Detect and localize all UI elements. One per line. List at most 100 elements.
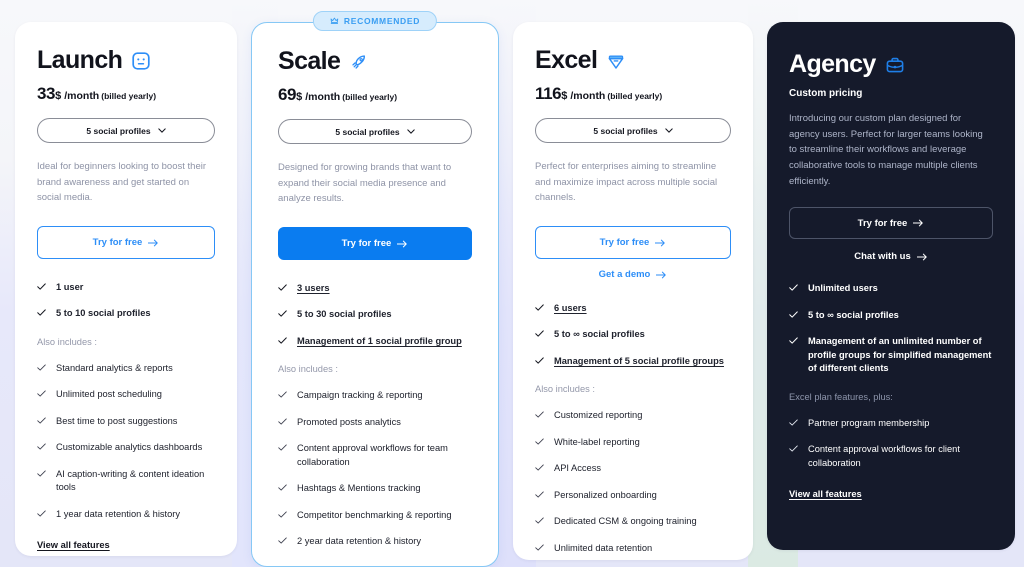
feature-highlight: 5 to 10 social profiles bbox=[37, 307, 215, 320]
custom-pricing-label: Custom pricing bbox=[789, 88, 863, 99]
plan-description: Introducing our custom plan designed for… bbox=[789, 113, 983, 187]
try-for-free-button[interactable]: Try for free bbox=[789, 207, 993, 240]
rocket-icon bbox=[349, 52, 369, 72]
price-amount: 116 bbox=[535, 84, 562, 103]
feature-item: Customizable analytics dashboards bbox=[37, 441, 215, 454]
check-icon bbox=[37, 510, 46, 517]
check-icon bbox=[278, 537, 287, 544]
try-for-free-label: Try for free bbox=[857, 217, 908, 229]
get-a-demo-link[interactable]: Get a demo bbox=[535, 269, 731, 280]
view-all-features-link[interactable]: View all features bbox=[37, 540, 110, 550]
price-amount: 69 bbox=[278, 85, 297, 104]
check-icon bbox=[789, 284, 798, 291]
price-billing-note: (billed yearly) bbox=[342, 92, 398, 102]
also-includes-label: Also includes : bbox=[535, 384, 595, 395]
plan-description: Ideal for beginners looking to boost the… bbox=[37, 161, 206, 204]
feature-item: 1 year data retention & history bbox=[37, 508, 215, 521]
feature-label: Competitor benchmarking & reporting bbox=[297, 509, 452, 520]
get-a-demo-label: Get a demo bbox=[598, 269, 651, 281]
feature-list: Unlimited users 5 to ∞ social profiles M… bbox=[789, 282, 993, 502]
feature-item: API Access bbox=[535, 462, 731, 475]
check-icon bbox=[789, 445, 798, 452]
feature-label: Unlimited users bbox=[808, 283, 878, 294]
check-icon bbox=[37, 390, 46, 397]
feature-item: Hashtags & Mentions tracking bbox=[278, 482, 472, 495]
feature-label: Customizable analytics dashboards bbox=[56, 442, 203, 453]
recommended-badge: RECOMMENDED bbox=[312, 11, 438, 31]
social-profiles-value: 5 social profiles bbox=[593, 125, 658, 136]
feature-label: Personalized onboarding bbox=[554, 489, 657, 500]
check-icon bbox=[278, 418, 287, 425]
plan-header: Launch bbox=[37, 48, 215, 73]
feature-label: Best time to post suggestions bbox=[56, 415, 178, 426]
feature-label: Unlimited data retention bbox=[554, 542, 653, 553]
social-profiles-select[interactable]: 5 social profiles bbox=[37, 118, 215, 143]
also-includes-label: Also includes : bbox=[37, 336, 97, 347]
try-for-free-label: Try for free bbox=[341, 238, 392, 250]
feature-label: Customized reporting bbox=[554, 410, 643, 421]
feature-item: Standard analytics & reports bbox=[37, 362, 215, 375]
feature-label: 5 to ∞ social profiles bbox=[554, 329, 645, 340]
feature-label: 6 users bbox=[554, 303, 587, 314]
feature-item: Partner program membership bbox=[789, 417, 993, 430]
feature-item: Best time to post suggestions bbox=[37, 415, 215, 428]
feature-label: API Access bbox=[554, 463, 602, 474]
feature-item: Customized reporting bbox=[535, 409, 731, 422]
feature-label: Hashtags & Mentions tracking bbox=[297, 483, 421, 494]
crown-icon bbox=[330, 17, 339, 25]
feature-list: 3 users 5 to 30 social profiles Manageme… bbox=[278, 282, 472, 567]
check-icon bbox=[37, 283, 46, 290]
check-icon bbox=[278, 337, 287, 344]
try-for-free-button[interactable]: Try for free bbox=[278, 227, 472, 261]
recommended-badge-label: RECOMMENDED bbox=[343, 16, 421, 26]
feature-highlight: 3 users bbox=[278, 282, 472, 295]
feature-list: 6 users 5 to ∞ social profiles Managemen… bbox=[535, 302, 731, 567]
social-profiles-select[interactable]: 5 social profiles bbox=[278, 119, 472, 144]
price-currency: $ bbox=[55, 90, 62, 102]
briefcase-icon bbox=[885, 55, 905, 75]
feature-label: 3 users bbox=[297, 283, 330, 294]
feature-item: Competitor benchmarking & reporting bbox=[278, 509, 472, 522]
arrow-right-icon bbox=[148, 239, 159, 246]
try-for-free-button[interactable]: Try for free bbox=[535, 226, 731, 260]
feature-highlight: 5 to ∞ social profiles bbox=[535, 328, 731, 341]
check-icon bbox=[37, 443, 46, 450]
feature-label: Management of 1 social profile group bbox=[297, 335, 462, 346]
check-icon bbox=[535, 464, 544, 471]
pricing-card-agency: Agency Custom pricing Introducing our cu… bbox=[767, 22, 1015, 550]
social-profiles-select[interactable]: 5 social profiles bbox=[535, 118, 731, 143]
price-currency: $ bbox=[296, 91, 303, 103]
check-icon bbox=[789, 419, 798, 426]
social-profiles-value: 5 social profiles bbox=[335, 126, 400, 137]
try-for-free-button[interactable]: Try for free bbox=[37, 226, 215, 260]
plan-price: 116 $ /month (billed yearly) bbox=[535, 84, 731, 104]
plan-header: Excel bbox=[535, 48, 731, 73]
chevron-down-icon bbox=[406, 129, 415, 134]
check-icon bbox=[789, 337, 798, 344]
plan-title: Launch bbox=[37, 46, 123, 74]
check-icon bbox=[278, 284, 287, 291]
smiley-face-icon bbox=[131, 51, 151, 71]
feature-item: Unlimited data retention bbox=[535, 542, 731, 555]
plan-header: Agency bbox=[789, 52, 993, 77]
price-amount: 33 bbox=[37, 84, 56, 103]
feature-label: 5 to ∞ social profiles bbox=[808, 309, 899, 320]
feature-label: Content approval workflows for team coll… bbox=[297, 443, 448, 467]
view-all-features-link[interactable]: View all features bbox=[789, 489, 862, 499]
gem-icon bbox=[606, 51, 626, 71]
check-icon bbox=[37, 309, 46, 317]
feature-label: 1 year data retention & history bbox=[56, 508, 181, 519]
feature-label: Dedicated CSM & ongoing training bbox=[554, 516, 697, 527]
plan-header: Scale bbox=[278, 49, 472, 74]
feature-label: Promoted posts analytics bbox=[297, 416, 401, 427]
arrow-right-icon bbox=[397, 240, 408, 247]
price-currency: $ bbox=[561, 90, 568, 102]
check-icon bbox=[535, 544, 544, 551]
feature-highlight: Management of 5 social profile groups bbox=[535, 355, 731, 368]
chat-with-us-link[interactable]: Chat with us bbox=[789, 251, 993, 262]
plan-description: Designed for growing brands that want to… bbox=[278, 162, 452, 205]
check-icon bbox=[37, 417, 46, 424]
feature-label: 5 to 30 social profiles bbox=[297, 309, 392, 320]
plan-title: Excel bbox=[535, 46, 598, 74]
try-for-free-label: Try for free bbox=[599, 237, 650, 249]
